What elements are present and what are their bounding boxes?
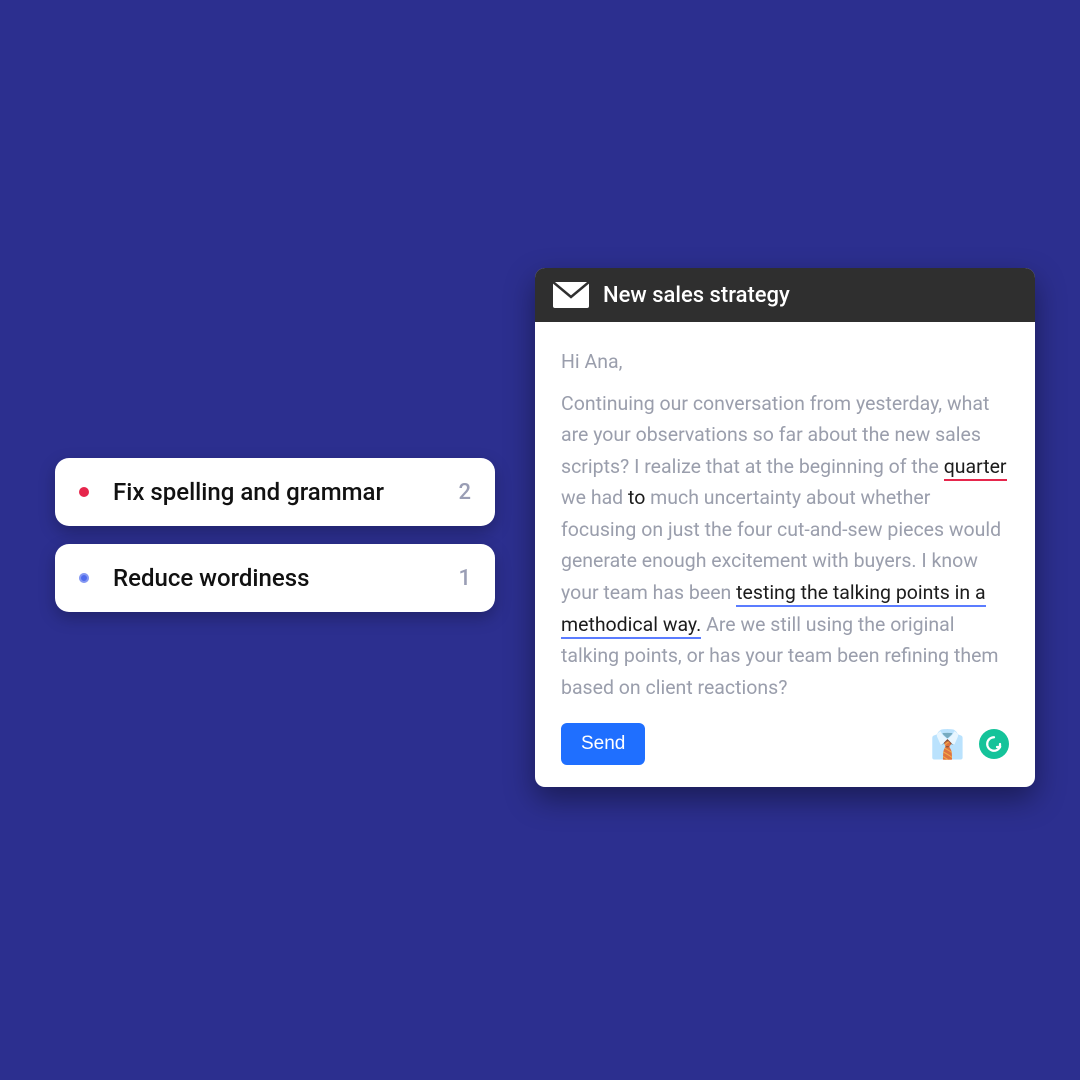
footer-icons: 👔 [930,728,1009,761]
grammarly-icon[interactable] [979,729,1009,759]
dot-red-icon [79,487,89,497]
email-panel: New sales strategy Hi Ana, Continuing ou… [535,268,1035,787]
email-title: New sales strategy [603,283,790,308]
email-header: New sales strategy [535,268,1035,322]
email-footer: Send 👔 [535,723,1035,787]
envelope-icon [553,282,589,308]
text-segment: Continuing our conversation from yesterd… [561,392,989,478]
suggestion-card-wordiness[interactable]: Reduce wordiness 1 [55,544,495,612]
shirt-icon[interactable]: 👔 [930,728,965,761]
suggestion-list: Fix spelling and grammar 2 Reduce wordin… [55,458,495,630]
suggestion-count: 1 [458,566,471,591]
dot-blue-icon [79,573,89,583]
suggestion-label: Reduce wordiness [113,564,446,592]
suggestion-count: 2 [458,480,471,505]
text-segment: we had [561,486,628,509]
email-paragraph: Continuing our conversation from yesterd… [561,388,1009,704]
suggestion-card-spelling[interactable]: Fix spelling and grammar 2 [55,458,495,526]
email-body[interactable]: Hi Ana, Continuing our conversation from… [535,322,1035,723]
suggestion-label: Fix spelling and grammar [113,478,446,506]
underlined-word-quarter[interactable]: quarter [944,455,1007,481]
email-greeting: Hi Ana, [561,346,1009,378]
highlight-word-to[interactable]: to [628,486,645,509]
send-button[interactable]: Send [561,723,645,765]
